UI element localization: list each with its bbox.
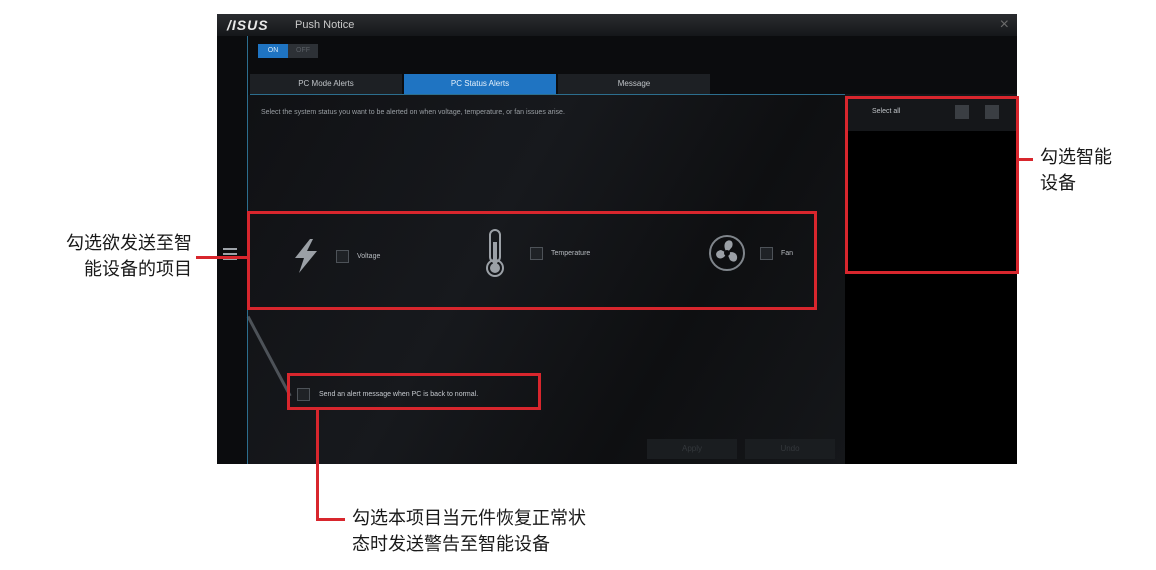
- devices-caption: 勾选智能 设备: [1040, 145, 1112, 197]
- tab-bar: PC Mode Alerts PC Status Alerts Message: [250, 74, 850, 94]
- items-caption-line-2: 能设备的项目: [84, 259, 192, 280]
- items-caption-line-1: 勾选欲发送至智: [66, 233, 192, 254]
- recover-highlight-box: [287, 373, 541, 410]
- recover-callout-line-v: [316, 410, 319, 521]
- devices-callout-line: [1019, 158, 1033, 161]
- asus-logo: /ISUS: [227, 17, 269, 33]
- recover-callout-line-h: [316, 518, 345, 521]
- action-buttons: Apply Undo: [647, 439, 843, 459]
- tab-pc-mode-alerts[interactable]: PC Mode Alerts: [250, 74, 402, 94]
- status-description: Select the system status you want to be …: [261, 109, 565, 116]
- push-notice-toggle[interactable]: ON OFF: [258, 44, 318, 58]
- recover-caption-line-2: 态时发送警告至智能设备: [352, 534, 550, 555]
- decorative-streak: [246, 315, 292, 397]
- apply-button[interactable]: Apply: [647, 439, 737, 459]
- close-icon[interactable]: ×: [1000, 16, 1009, 34]
- items-highlight-box: [247, 211, 817, 310]
- tab-message[interactable]: Message: [558, 74, 710, 94]
- recover-caption: 勾选本项目当元件恢复正常状 态时发送警告至智能设备: [352, 506, 586, 558]
- tab-underline: [250, 94, 845, 95]
- title-bar: /ISUS Push Notice ×: [217, 14, 1017, 36]
- window-title: Push Notice: [295, 19, 355, 31]
- items-callout-line: [196, 256, 247, 259]
- items-caption: 勾选欲发送至智 能设备的项目: [8, 231, 192, 283]
- devices-highlight-box: [845, 96, 1019, 274]
- toggle-off[interactable]: OFF: [288, 44, 318, 58]
- undo-button[interactable]: Undo: [745, 439, 835, 459]
- devices-caption-line-2: 设备: [1040, 173, 1076, 194]
- devices-caption-line-1: 勾选智能: [1040, 147, 1112, 168]
- tab-pc-status-alerts[interactable]: PC Status Alerts: [404, 74, 556, 94]
- toggle-on[interactable]: ON: [258, 44, 288, 58]
- recover-caption-line-1: 勾选本项目当元件恢复正常状: [352, 508, 586, 529]
